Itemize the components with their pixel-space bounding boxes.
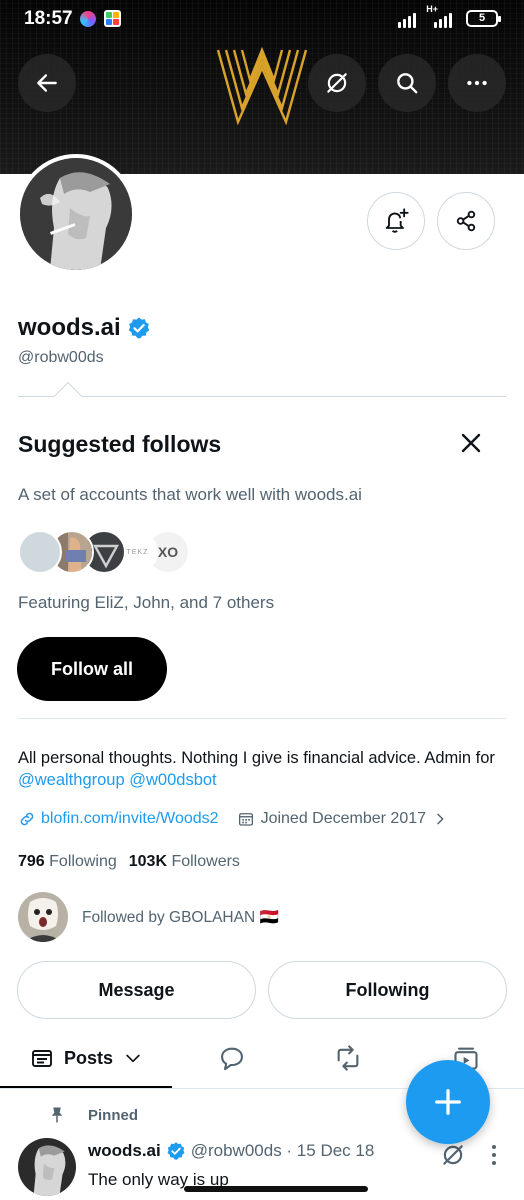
followers-label: Followers [171, 853, 240, 870]
search-button[interactable] [378, 54, 436, 112]
tab-posts-label: Posts [64, 1047, 114, 1068]
joined-date[interactable]: Joined December 2017 [237, 810, 448, 828]
reply-icon [221, 1047, 243, 1071]
posts-icon [32, 1050, 52, 1067]
home-indicator[interactable] [184, 1186, 368, 1192]
more-horizontal-icon [467, 80, 487, 86]
chevron-down-icon [126, 1054, 140, 1063]
followed-by[interactable]: Followed by GBOLAHAN 🇪🇬 [18, 892, 279, 942]
suggested-avatars[interactable]: ITEKZ XO [18, 530, 218, 574]
pin-icon [51, 1107, 63, 1123]
signal-icon [398, 10, 416, 28]
suggested-caret [53, 381, 83, 411]
profile-meta: blofin.com/invite/Woods2 Joined December… [18, 810, 448, 828]
followers-count: 103K [128, 853, 167, 870]
post-header: woods.ai @robw00ds · 15 Dec 18 [88, 1141, 374, 1161]
share-button[interactable] [437, 192, 495, 250]
pinned-label-row: Pinned [48, 1106, 138, 1124]
tab-posts[interactable]: Posts [30, 1030, 143, 1086]
post-avatar[interactable] [18, 1138, 76, 1196]
bio-mention-wealthgroup[interactable]: @wealthgroup [18, 771, 125, 789]
arrow-left-icon [37, 74, 57, 92]
notify-button[interactable] [367, 192, 425, 250]
followed-by-text: Followed by GBOLAHAN 🇪🇬 [82, 908, 279, 926]
website-link[interactable]: blofin.com/invite/Woods2 [18, 810, 219, 828]
post-handle-date: @robw00ds · 15 Dec 18 [190, 1141, 375, 1160]
suggested-subtitle: A set of accounts that work well with wo… [18, 485, 362, 504]
followed-by-avatar [18, 892, 68, 942]
app-notification-icon-2 [104, 10, 121, 27]
verified-badge-icon [167, 1142, 185, 1160]
suggested-featuring: Featuring EliZ, John, and 7 others [18, 593, 275, 612]
tab-reposts[interactable] [330, 1030, 366, 1086]
following-stat[interactable]: 796 Following [18, 853, 117, 871]
bell-plus-icon [385, 208, 409, 233]
search-icon [397, 73, 418, 94]
w-logo-icon [216, 46, 308, 126]
message-button[interactable]: Message [17, 961, 256, 1019]
suggested-divider [18, 396, 506, 397]
joined-text: Joined December 2017 [260, 810, 427, 827]
more-vertical-icon[interactable] [484, 1142, 504, 1168]
following-count: 796 [18, 853, 45, 870]
status-bar: 18:57 H+ 5 [0, 0, 524, 40]
verified-badge-icon[interactable] [127, 316, 151, 340]
more-options-button[interactable] [448, 54, 506, 112]
follow-all-button[interactable]: Follow all [17, 637, 167, 701]
profile-avatar[interactable] [16, 154, 136, 274]
display-name: woods.ai [18, 314, 121, 341]
grok-icon[interactable] [440, 1142, 466, 1168]
following-label: Following [49, 853, 117, 870]
grok-icon [327, 73, 347, 93]
profile-name: woods.ai [18, 314, 151, 342]
plus-icon [435, 1089, 461, 1115]
follow-stats: 796 Following 103K Followers [18, 853, 240, 871]
profile-handle: @robw00ds [18, 349, 104, 366]
share-icon [456, 210, 476, 232]
grok-button[interactable] [308, 54, 366, 112]
avatar-photo [20, 158, 132, 270]
back-button[interactable] [18, 54, 76, 112]
link-icon [20, 812, 34, 826]
suggested-title: Suggested follows [18, 431, 222, 457]
chevron-right-icon [437, 813, 444, 825]
bio-mention-w00dsbot[interactable]: @w00dsbot [129, 771, 216, 789]
post-author[interactable]: woods.ai [88, 1141, 161, 1161]
calendar-icon [238, 813, 253, 826]
following-button[interactable]: Following [268, 961, 507, 1019]
website-text: blofin.com/invite/Woods2 [41, 810, 219, 827]
suggested-avatar-1 [18, 530, 62, 574]
signal-icon-2 [434, 10, 452, 28]
followers-stat[interactable]: 103K Followers [129, 853, 240, 871]
compose-button[interactable] [406, 1060, 490, 1144]
section-divider [18, 718, 506, 719]
profile-bio: All personal thoughts. Nothing I give is… [18, 747, 518, 791]
app-notification-icon [80, 11, 96, 27]
tab-replies[interactable] [214, 1030, 250, 1086]
pinned-label: Pinned [88, 1106, 139, 1124]
bio-text: All personal thoughts. Nothing I give is… [18, 749, 495, 767]
repost-icon [337, 1045, 359, 1071]
close-icon[interactable] [456, 428, 486, 458]
status-time: 18:57 [24, 8, 73, 29]
battery-icon: 5 [466, 10, 501, 27]
